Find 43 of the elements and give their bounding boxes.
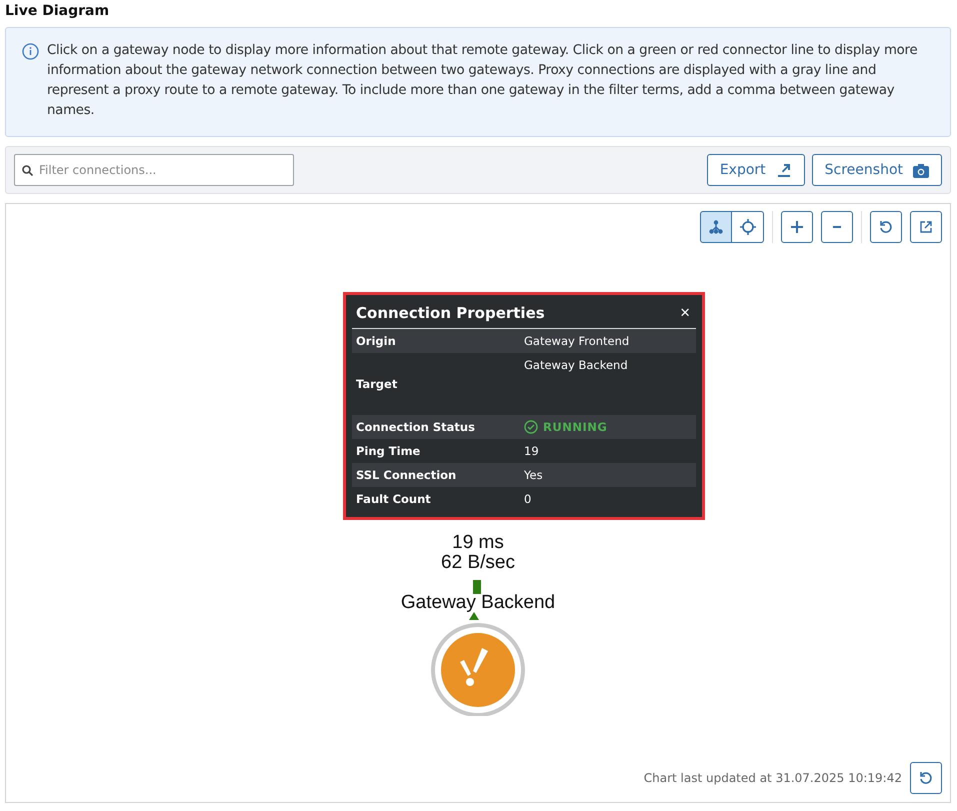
gateway-node[interactable] xyxy=(431,612,525,716)
popup-title: Connection Properties xyxy=(356,304,545,322)
node-label: Gateway Backend xyxy=(400,592,556,614)
refresh-button[interactable] xyxy=(910,762,942,794)
filter-field[interactable]: Filter connections... xyxy=(14,154,294,186)
property-label: Target xyxy=(355,376,398,393)
reset-view-button[interactable] xyxy=(870,211,902,243)
info-icon xyxy=(22,43,39,60)
plus-icon xyxy=(791,221,803,233)
hierarchy-view-button[interactable] xyxy=(700,211,732,243)
export-button[interactable]: Export xyxy=(706,154,805,186)
property-value: Yes xyxy=(523,467,544,484)
zoom-out-button[interactable] xyxy=(821,211,853,243)
refresh-icon xyxy=(879,220,893,234)
camera-icon xyxy=(913,162,929,178)
property-value: 0 xyxy=(523,491,532,508)
page-title: Live Diagram xyxy=(5,3,110,19)
property-value: Gateway Backend xyxy=(523,357,629,374)
export-icon xyxy=(776,162,792,178)
hierarchy-icon xyxy=(709,220,723,234)
crosshair-icon xyxy=(740,219,756,235)
property-label: Origin xyxy=(355,333,397,350)
edge-rate-label: 62 B/sec xyxy=(440,552,516,574)
last-updated-text: Chart last updated at 31.07.2025 10:19:42 xyxy=(644,771,902,785)
popout-icon xyxy=(920,221,932,233)
property-value: 19 xyxy=(523,443,540,460)
check-circle-icon xyxy=(524,420,538,434)
radial-view-button[interactable] xyxy=(732,211,764,243)
popout-button[interactable] xyxy=(910,211,942,243)
info-text: Click on a gateway node to display more information about that remote gateway. Click on a green or red connector line to display more information about the gateway network connection between two gateways. Proxy connections are displayed with a gray line and represent a proxy route to a remote gateway. To include more than one gateway in the filter terms, add a comma between gateway names. xyxy=(47,42,918,120)
property-label: Ping Time xyxy=(355,443,422,460)
close-button[interactable]: × xyxy=(678,303,692,323)
screenshot-button[interactable]: Screenshot xyxy=(812,154,942,186)
property-value: Gateway Frontend xyxy=(523,333,630,350)
zoom-in-button[interactable] xyxy=(781,211,813,243)
property-label: Connection Status xyxy=(355,419,476,436)
search-icon xyxy=(22,165,33,176)
minus-icon xyxy=(833,226,841,228)
status-value: RUNNING xyxy=(520,415,696,439)
edge-ping-label: 19 ms xyxy=(451,532,505,554)
property-label: SSL Connection xyxy=(355,467,458,484)
property-label: Fault Count xyxy=(355,491,432,508)
refresh-icon xyxy=(919,771,933,785)
